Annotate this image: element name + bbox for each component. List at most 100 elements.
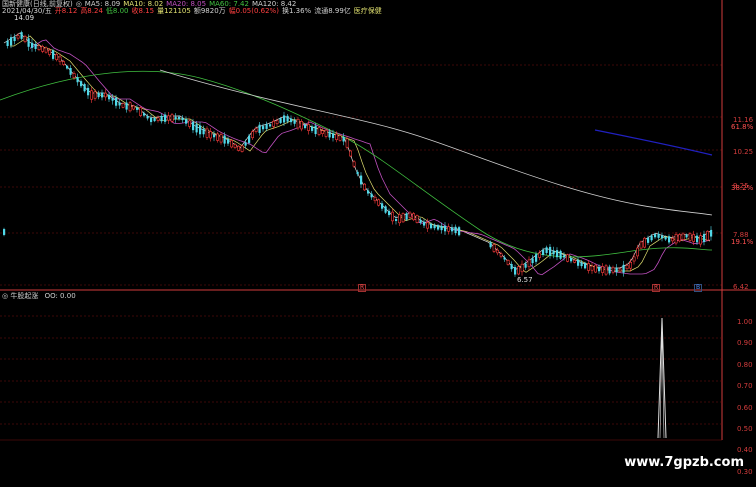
candle-body bbox=[230, 140, 234, 148]
candle-body bbox=[55, 54, 59, 60]
fib-level: 61.8% bbox=[731, 123, 754, 131]
candle-body bbox=[80, 81, 83, 87]
candle-body bbox=[538, 252, 542, 258]
candle-body bbox=[437, 225, 440, 230]
signal-marker: R bbox=[652, 284, 661, 292]
candle-body bbox=[373, 196, 377, 202]
candle-body bbox=[290, 118, 293, 123]
candle-body bbox=[300, 121, 304, 130]
candle-body bbox=[199, 125, 202, 135]
header-field: 幅0.05(0.62%) bbox=[228, 7, 279, 15]
candle-body bbox=[136, 107, 139, 110]
candle-body bbox=[545, 247, 548, 253]
candle-body bbox=[601, 266, 605, 273]
candle-body bbox=[108, 94, 111, 100]
candle-body bbox=[611, 267, 615, 273]
candle-body bbox=[181, 117, 184, 121]
candle-body bbox=[83, 84, 86, 92]
candle-body bbox=[699, 235, 703, 245]
candle-body bbox=[584, 262, 587, 269]
candle-body bbox=[510, 264, 513, 270]
candle-body bbox=[688, 233, 692, 241]
candle-body bbox=[706, 230, 710, 241]
candle-body bbox=[44, 47, 48, 53]
candle-body bbox=[671, 238, 675, 242]
candle-body bbox=[101, 92, 104, 98]
indicator-settings-icon[interactable]: ◎ bbox=[2, 292, 8, 300]
price-tick: 10.25 bbox=[733, 148, 754, 156]
candle-body bbox=[185, 119, 188, 124]
candle-body bbox=[167, 115, 171, 121]
candle-body bbox=[202, 128, 205, 135]
candle-body bbox=[678, 234, 682, 242]
candle-body bbox=[590, 265, 594, 271]
indicator-tick: 1.00 bbox=[737, 318, 753, 326]
low-annotation: 6.57 bbox=[517, 276, 533, 284]
candle-body bbox=[111, 98, 114, 101]
fib-level: 19.1% bbox=[731, 238, 754, 246]
candle-body bbox=[492, 244, 496, 252]
candle-body bbox=[146, 115, 149, 119]
candle-body bbox=[132, 105, 136, 110]
candle-body bbox=[377, 199, 381, 206]
indicator-name[interactable]: 牛股起涨 bbox=[10, 292, 38, 300]
candle-body bbox=[664, 236, 667, 240]
candle-body bbox=[517, 266, 521, 275]
candle-body bbox=[76, 77, 79, 83]
candle-body bbox=[426, 222, 430, 229]
candle-body bbox=[398, 214, 402, 224]
ma5-line bbox=[3, 32, 713, 270]
candle-body bbox=[286, 115, 289, 122]
candle-body bbox=[535, 254, 538, 262]
watermark: www.7gpzb.com bbox=[624, 455, 744, 470]
candle-body bbox=[423, 221, 426, 226]
candle-body bbox=[345, 138, 349, 148]
candle-body bbox=[332, 133, 335, 139]
candle-body bbox=[370, 193, 373, 198]
candle-body bbox=[552, 250, 555, 255]
candle-body bbox=[209, 131, 213, 139]
candle-body bbox=[275, 120, 279, 124]
candle-body bbox=[118, 102, 121, 106]
candle-body bbox=[223, 135, 226, 144]
candle-body bbox=[153, 117, 156, 122]
candle-body bbox=[604, 265, 608, 275]
indicator-label-row: ◎ 牛股起涨 OO: 0.00 bbox=[2, 292, 76, 300]
price-tick: 6.42 bbox=[733, 283, 749, 291]
candle-body bbox=[72, 73, 76, 79]
candle-body bbox=[324, 129, 328, 137]
candle-body bbox=[563, 255, 566, 258]
candle-body bbox=[514, 267, 517, 275]
candle-body bbox=[440, 225, 443, 231]
candle-body bbox=[10, 37, 13, 46]
indicator-tick: 0.60 bbox=[737, 403, 753, 412]
candle-body bbox=[430, 223, 433, 229]
candle-body bbox=[566, 254, 570, 262]
ma60-line bbox=[0, 70, 713, 258]
candle-body bbox=[13, 37, 16, 42]
candle-body bbox=[367, 190, 370, 194]
candle-body bbox=[48, 49, 52, 55]
candle-body bbox=[328, 131, 331, 138]
candle-body bbox=[352, 161, 356, 167]
indicator-tick: 0.50 bbox=[737, 425, 753, 433]
candle-body bbox=[205, 128, 209, 138]
candle-body bbox=[447, 226, 451, 232]
candle-body bbox=[499, 253, 503, 257]
candle-body bbox=[244, 142, 247, 146]
candle-body bbox=[62, 61, 66, 65]
candle-body bbox=[503, 257, 506, 260]
signal-marker: R bbox=[358, 284, 367, 292]
candle-body bbox=[454, 226, 457, 234]
candle-body bbox=[233, 144, 237, 148]
candle-body bbox=[632, 256, 636, 262]
candle-body bbox=[216, 133, 220, 141]
candle-body bbox=[240, 145, 244, 152]
candle-body bbox=[657, 233, 660, 238]
candle-body bbox=[384, 206, 387, 213]
indicator-plot bbox=[657, 317, 667, 439]
candle-body bbox=[219, 134, 223, 143]
candle-body bbox=[121, 103, 125, 108]
candle-body bbox=[356, 171, 359, 175]
indicator-tick: 0.90 bbox=[737, 339, 753, 348]
